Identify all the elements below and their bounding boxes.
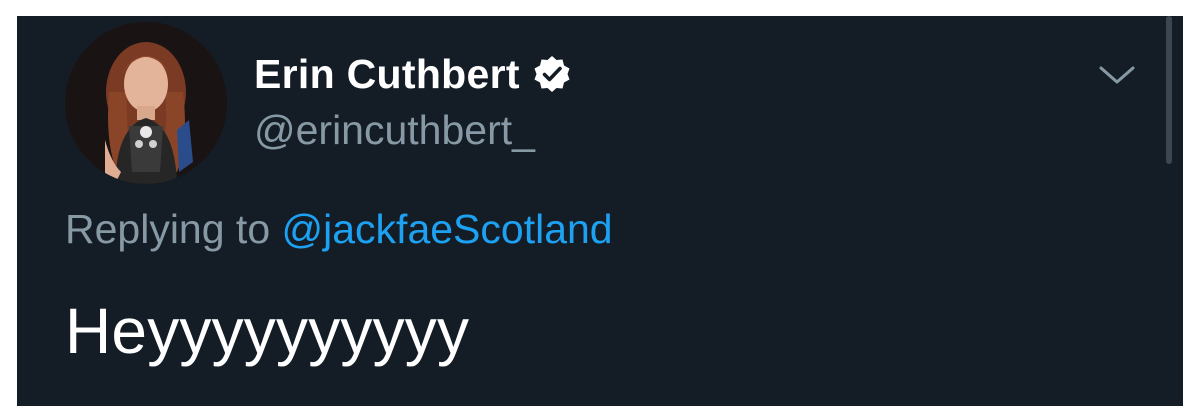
author-handle[interactable]: @erincuthbert_ xyxy=(254,107,535,154)
reply-to-link[interactable]: @jackfaeScotland xyxy=(282,206,613,252)
avatar[interactable] xyxy=(65,22,227,184)
display-name[interactable]: Erin Cuthbert xyxy=(254,51,520,98)
author-row: Erin Cuthbert xyxy=(254,46,572,102)
avatar-photo xyxy=(65,22,227,184)
reply-prefix: Replying to xyxy=(65,206,282,252)
reply-context: Replying to @jackfaeScotland xyxy=(65,206,613,253)
tweet-text: Heyyyyyyyyyy xyxy=(65,295,470,367)
scrollbar[interactable] xyxy=(1166,16,1172,164)
tweet-card: Erin Cuthbert @erincuthbert_ Replying to… xyxy=(17,16,1183,406)
verified-badge-icon xyxy=(532,54,572,94)
chevron-down-icon[interactable] xyxy=(1095,60,1139,92)
